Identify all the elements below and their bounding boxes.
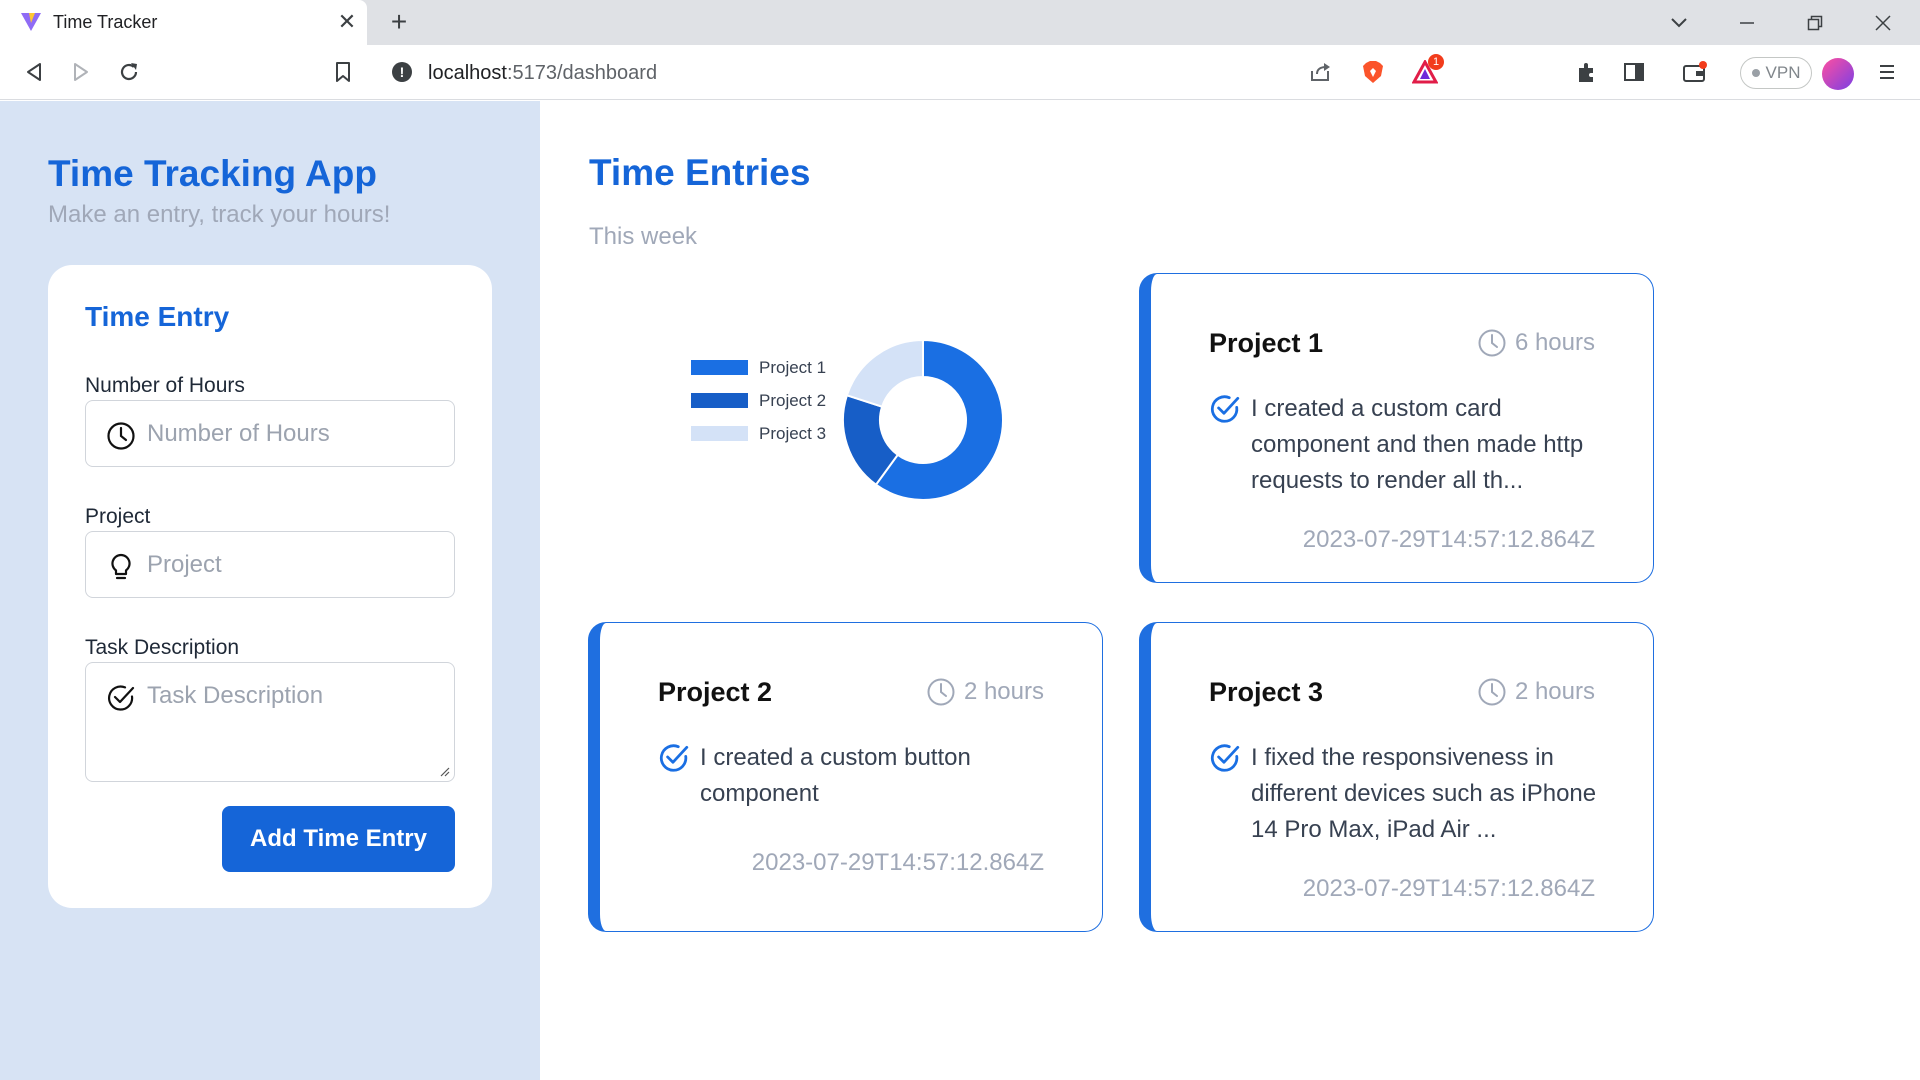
check-circle-icon: [659, 744, 689, 772]
app-subtitle: Make an entry, track your hours!: [48, 201, 391, 228]
entry-hours: 6 hours: [1477, 328, 1595, 358]
check-circle-icon: [108, 685, 135, 711]
clock-icon: [1478, 329, 1506, 357]
entry-description-text: I created a custom card component and th…: [1251, 395, 1584, 494]
form-heading: Time Entry: [85, 301, 230, 332]
close-tab-icon[interactable]: ✕: [334, 9, 360, 35]
entry-timestamp: 2023-07-29T14:57:12.864Z: [751, 849, 1044, 876]
add-time-entry-button[interactable]: Add Time Entry: [222, 806, 455, 872]
hours-donut-chart: Project 1 Project 2 Project 3: [691, 338, 1004, 501]
legend-swatch[interactable]: [691, 360, 748, 375]
entry-hours: 2 hours: [926, 677, 1044, 707]
tab-title: Time Tracker: [53, 12, 158, 32]
back-icon[interactable]: [17, 55, 51, 89]
project-placeholder: Project: [147, 551, 222, 578]
task-placeholder: Task Description: [147, 682, 324, 709]
entry-description-text: I created a custom button component: [700, 744, 971, 807]
time-entry-form: Time Entry Number of Hours Number of Hou…: [48, 265, 492, 908]
url-text[interactable]: localhost:5173/dashboard: [428, 62, 657, 85]
hours-label: Number of Hours: [85, 374, 245, 397]
entry-project-name: Project 1: [1209, 328, 1324, 358]
project-label: Project: [85, 505, 151, 528]
entry-card-project-2[interactable]: Project 2 2 hours I created a custom but…: [588, 622, 1103, 932]
period-label: This week: [589, 223, 698, 250]
legend-label[interactable]: Project 1: [759, 358, 826, 377]
vpn-button[interactable]: VPN: [1740, 57, 1812, 89]
browser-tab[interactable]: Time Tracker ✕: [0, 0, 367, 45]
entry-timestamp: 2023-07-29T14:57:12.864Z: [1302, 526, 1595, 553]
task-description-textarea[interactable]: Task Description: [85, 662, 455, 782]
url-host: localhost: [428, 62, 507, 84]
reload-icon[interactable]: [112, 55, 146, 89]
close-window-icon[interactable]: [1868, 8, 1898, 38]
legend-label[interactable]: Project 3: [759, 424, 826, 443]
entry-project-name: Project 2: [658, 677, 773, 707]
entry-description: I fixed the responsiveness in different …: [1209, 740, 1609, 848]
entry-hours: 2 hours: [1477, 677, 1595, 707]
browser-toolbar: ! localhost:5173/dashboard 1 VPN: [0, 45, 1920, 100]
entry-hours-text: 6 hours: [1514, 329, 1595, 356]
legend-swatch[interactable]: [691, 393, 748, 408]
entry-description: I created a custom button component: [658, 740, 1058, 812]
menu-icon[interactable]: [1870, 55, 1904, 89]
sidebar: Time Tracking App Make an entry, track y…: [0, 101, 540, 1080]
entry-project-name: Project 3: [1209, 677, 1324, 707]
check-circle-icon: [1210, 744, 1240, 772]
brave-shield-icon[interactable]: [1356, 55, 1390, 89]
wallet-icon[interactable]: [1678, 55, 1712, 89]
task-label: Task Description: [85, 636, 240, 659]
forward-icon[interactable]: [64, 55, 98, 89]
page-title: Time Entries: [589, 152, 811, 193]
chart-legend: Project 1 Project 2 Project 3: [691, 358, 826, 443]
site-info-icon[interactable]: !: [392, 62, 412, 82]
address-bar[interactable]: ! localhost:5173/dashboard 1: [376, 52, 1452, 92]
minimize-icon[interactable]: [1732, 8, 1762, 38]
resize-grip-icon[interactable]: [438, 765, 450, 777]
profile-avatar[interactable]: [1822, 58, 1854, 90]
tab-search-icon[interactable]: [1664, 8, 1694, 38]
entry-card-project-3[interactable]: Project 3 2 hours I fixed the responsive…: [1139, 622, 1654, 932]
clock-icon: [107, 422, 135, 450]
lightbulb-icon: [111, 553, 131, 580]
brave-rewards-icon[interactable]: 1: [1408, 54, 1444, 89]
bookmark-icon[interactable]: [326, 55, 360, 89]
hours-input[interactable]: Number of Hours: [85, 400, 455, 467]
donut-slice-3[interactable]: [845, 338, 924, 408]
extensions-icon[interactable]: [1570, 55, 1604, 89]
rewards-badge: 1: [1428, 54, 1444, 70]
sidebar-toggle-icon[interactable]: [1617, 55, 1651, 89]
vpn-label: VPN: [1765, 63, 1801, 82]
clock-icon: [1478, 678, 1506, 706]
url-path: :5173/dashboard: [506, 62, 658, 84]
share-icon[interactable]: [1303, 55, 1337, 89]
project-input[interactable]: Project: [85, 531, 455, 598]
vite-logo-icon: [21, 13, 41, 31]
entry-description-text: I fixed the responsiveness in different …: [1251, 744, 1597, 843]
restore-icon[interactable]: [1800, 8, 1830, 38]
entry-hours-text: 2 hours: [1514, 678, 1595, 705]
entry-timestamp: 2023-07-29T14:57:12.864Z: [1302, 875, 1595, 902]
entry-hours-text: 2 hours: [963, 678, 1044, 705]
new-tab-icon[interactable]: +: [384, 8, 414, 38]
entry-description: I created a custom card component and th…: [1209, 391, 1609, 499]
legend-swatch[interactable]: [691, 426, 748, 441]
hours-placeholder: Number of Hours: [147, 420, 330, 447]
clock-icon: [927, 678, 955, 706]
browser-tabstrip: Time Tracker ✕ +: [0, 0, 1920, 45]
app-title: Time Tracking App: [48, 153, 377, 194]
check-circle-icon: [1210, 395, 1240, 423]
chart-slices: [842, 338, 1004, 501]
entry-card-project-1[interactable]: Project 1 6 hours I created a custom car…: [1139, 273, 1654, 583]
legend-label[interactable]: Project 2: [759, 391, 826, 410]
vpn-status-dot: [1751, 69, 1760, 77]
